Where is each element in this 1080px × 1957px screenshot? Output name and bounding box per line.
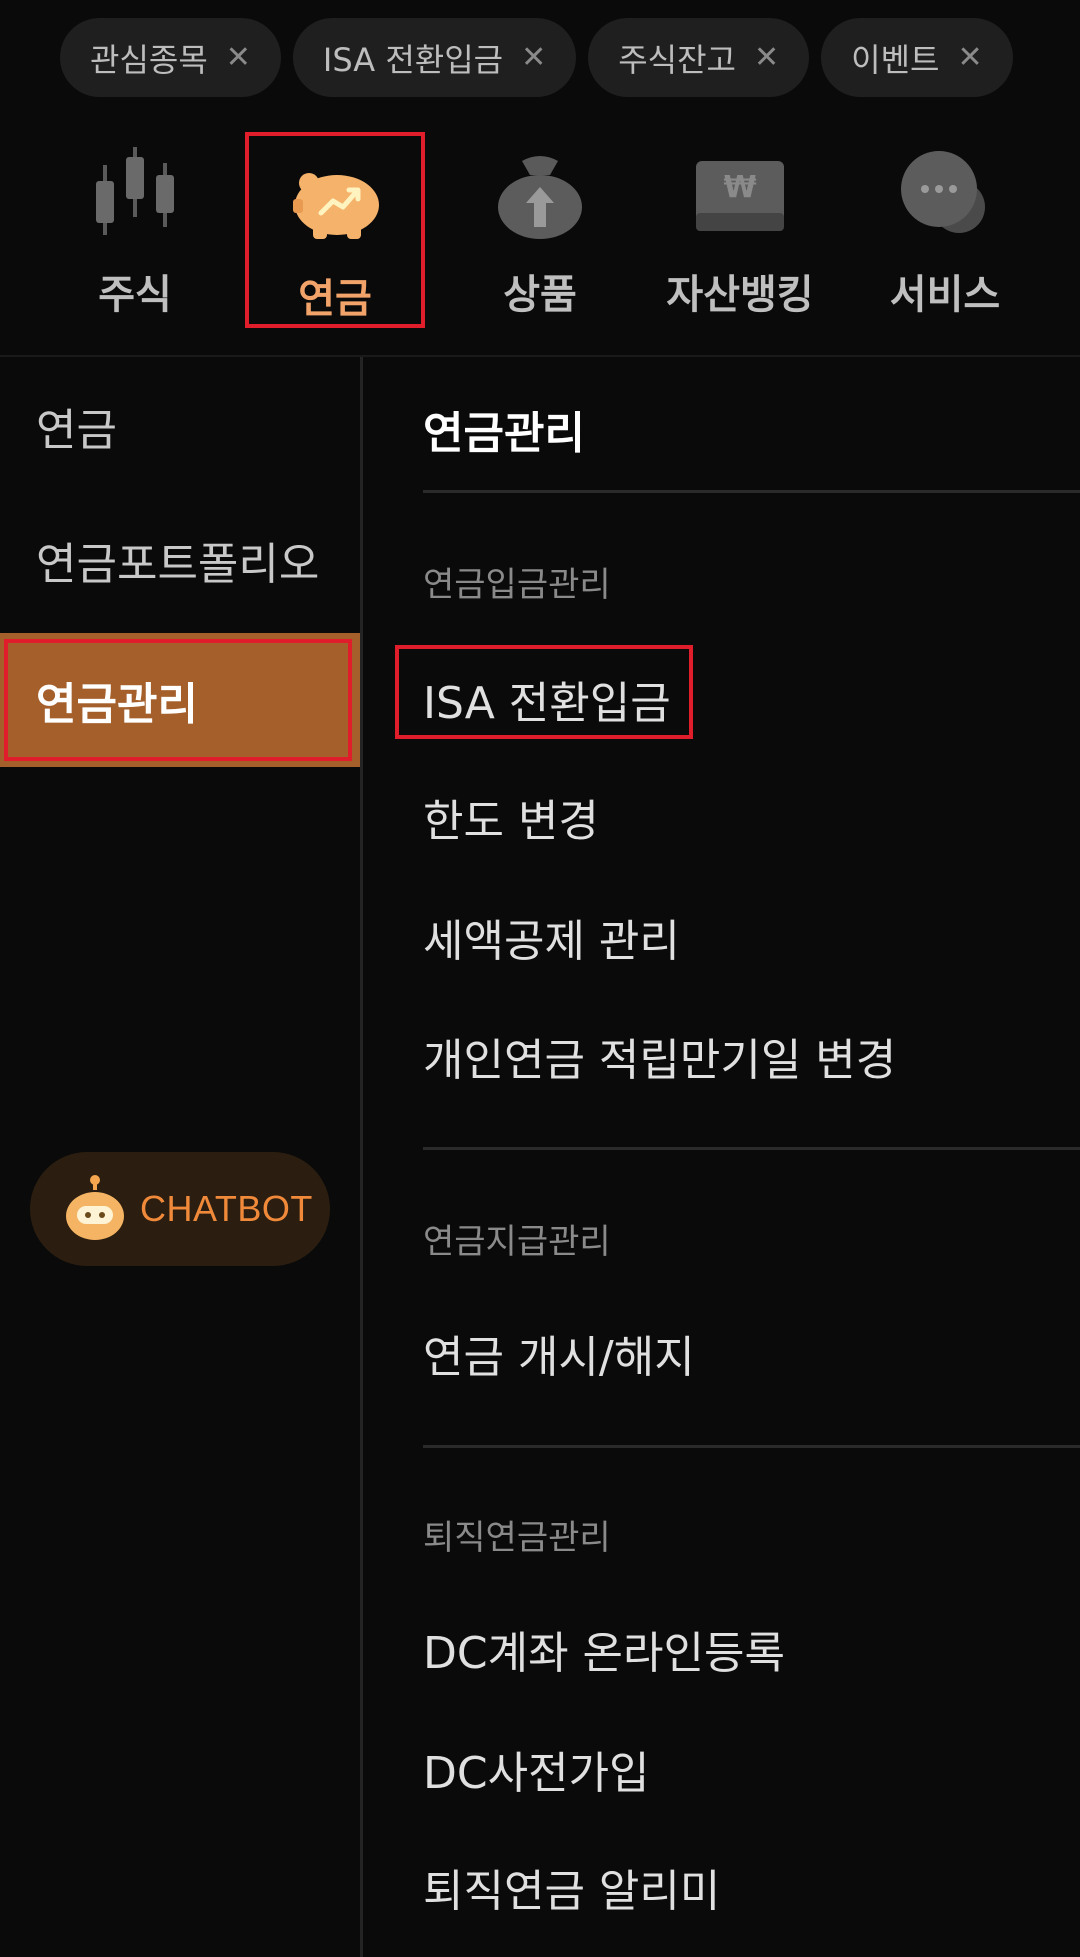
menu-item-retirement-alert[interactable]: 퇴직연금 알리미 <box>423 1855 720 1919</box>
robot-icon <box>64 1174 126 1244</box>
piggy-bank-icon <box>280 146 390 254</box>
close-icon[interactable]: ✕ <box>754 40 779 75</box>
chip-label[interactable]: 주식잔고 <box>618 35 736 81</box>
money-bag-icon <box>485 140 595 250</box>
sidebar-item-pension-management[interactable]: 연금관리 <box>0 633 360 767</box>
sidebar-item-label: 연금포트폴리오 <box>36 539 320 590</box>
candlestick-chart-icon <box>80 140 190 250</box>
category-label: 주식 <box>98 272 172 318</box>
menu-item-limit-change[interactable]: 한도 변경 <box>423 785 599 849</box>
sidebar-item-label: 연금 <box>36 405 117 456</box>
category-label: 자산뱅킹 <box>666 272 814 318</box>
sidebar-item-pension-portfolio[interactable]: 연금포트폴리오 <box>0 493 360 627</box>
won-card-icon: ₩ <box>685 140 795 250</box>
sidebar: 연금 연금포트폴리오 연금관리 CHATBOT <box>0 357 360 1957</box>
menu-item-dc-online-register[interactable]: DC계좌 온라인등록 <box>423 1617 785 1681</box>
chatbot-button[interactable]: CHATBOT <box>30 1152 330 1266</box>
chip-label[interactable]: 관심종목 <box>90 35 208 81</box>
category-label: 연금 <box>298 276 372 322</box>
category-asset-banking[interactable]: ₩ 자산뱅킹 <box>655 130 825 330</box>
menu-item-dc-pre-signup[interactable]: DC사전가입 <box>423 1737 650 1801</box>
chip-event[interactable]: 이벤트 ✕ <box>821 18 1013 97</box>
sidebar-item-pension[interactable]: 연금 <box>0 359 360 493</box>
category-nav: 주식 연금 상품 ₩ 자산뱅킹 서비스 <box>0 130 1080 340</box>
chip-isa-transfer[interactable]: ISA 전환입금 ✕ <box>292 18 577 97</box>
chip-stock-balance[interactable]: 주식잔고 ✕ <box>588 18 810 97</box>
category-label: 상품 <box>503 272 577 318</box>
menu-item-pension-start-cancel[interactable]: 연금 개시/해지 <box>423 1321 695 1385</box>
menu-item-maturity-change[interactable]: 개인연금 적립만기일 변경 <box>423 1024 896 1088</box>
divider <box>423 1445 1080 1448</box>
chat-bubbles-icon <box>890 140 1000 250</box>
menu-item-tax-credit[interactable]: 세액공제 관리 <box>423 905 680 969</box>
app-root: 관심종목 ✕ ISA 전환입금 ✕ 주식잔고 ✕ 이벤트 ✕ 주식 연금 상품 … <box>0 0 1080 1957</box>
category-pension[interactable]: 연금 <box>245 132 425 328</box>
close-icon[interactable]: ✕ <box>226 40 251 75</box>
chip-label[interactable]: 이벤트 <box>851 35 939 81</box>
highlight-frame <box>4 639 352 761</box>
menu-item-isa-transfer[interactable]: ISA 전환입금 <box>423 667 671 731</box>
content-panel: 연금관리 연금입금관리 ISA 전환입금 한도 변경 세액공제 관리 개인연금 … <box>363 357 1080 1957</box>
page-title: 연금관리 <box>423 408 585 459</box>
chip-watchlist[interactable]: 관심종목 ✕ <box>60 18 281 97</box>
category-products[interactable]: 상품 <box>455 130 625 330</box>
divider <box>423 1147 1080 1150</box>
recent-menu-chips: 관심종목 ✕ ISA 전환입금 ✕ 주식잔고 ✕ 이벤트 ✕ <box>60 18 1080 98</box>
section-label-deposit: 연금입금관리 <box>423 565 611 605</box>
category-service[interactable]: 서비스 <box>860 130 1030 330</box>
section-label-retirement: 퇴직연금관리 <box>423 1518 611 1558</box>
chatbot-label: CHATBOT <box>140 1188 313 1229</box>
category-label: 서비스 <box>889 272 1001 318</box>
close-icon[interactable]: ✕ <box>521 40 546 75</box>
chip-label[interactable]: ISA 전환입금 <box>323 35 503 81</box>
category-stock[interactable]: 주식 <box>50 130 220 330</box>
close-icon[interactable]: ✕ <box>957 40 982 75</box>
divider <box>423 490 1080 493</box>
svg-text:₩: ₩ <box>723 170 756 205</box>
section-label-payment: 연금지급관리 <box>423 1222 611 1262</box>
